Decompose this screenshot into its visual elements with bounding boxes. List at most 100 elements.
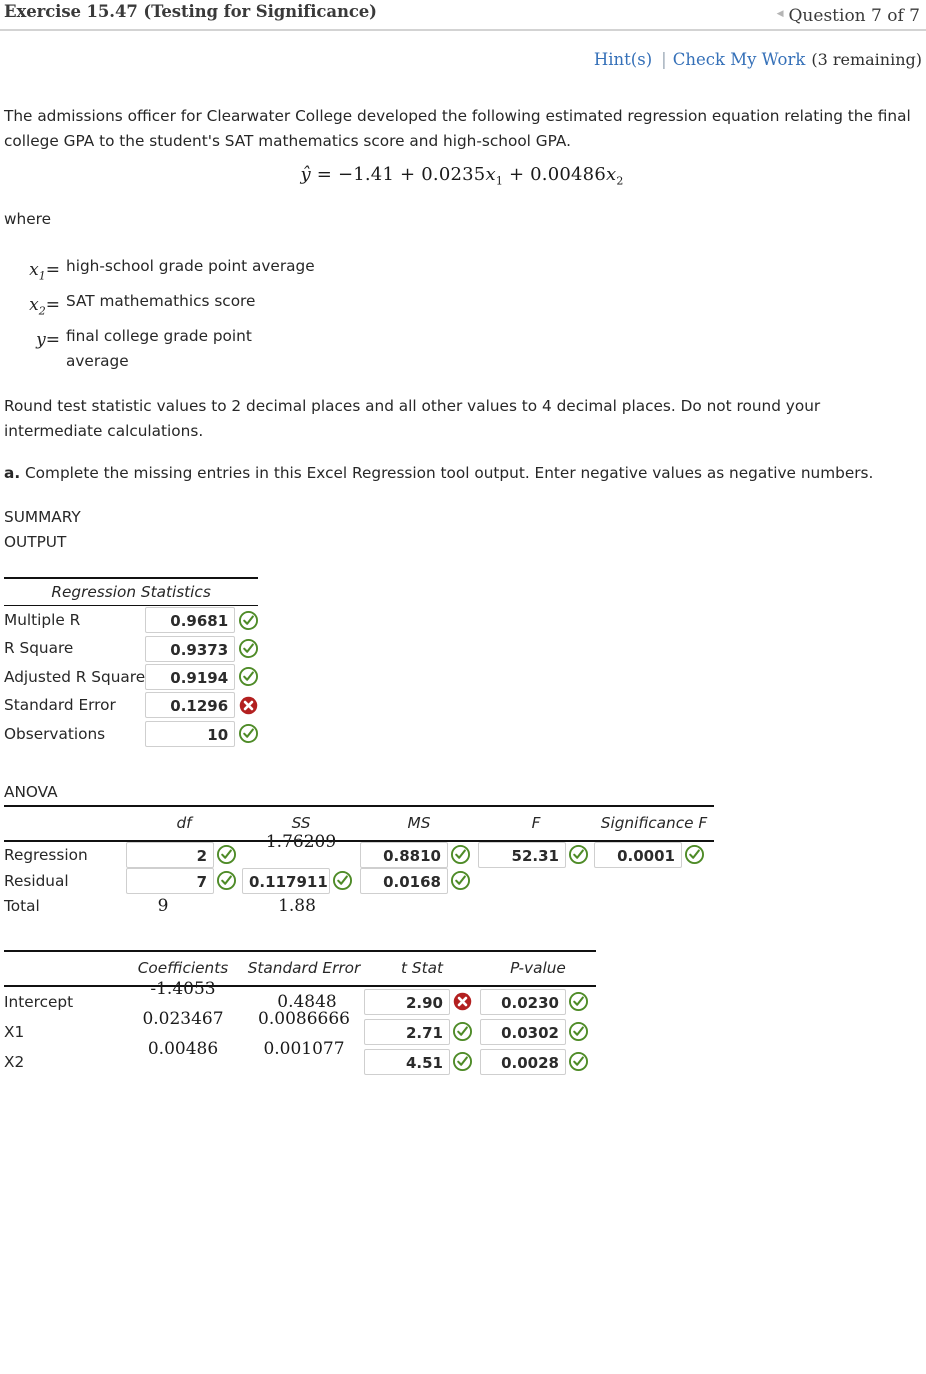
regression-ss-value: 1.76209 bbox=[265, 831, 337, 852]
check-circle-icon bbox=[453, 1052, 472, 1072]
anova-cell-regression-ms: 0.8810 bbox=[360, 841, 478, 868]
x1-t-stat-input[interactable]: 2.71 bbox=[364, 1018, 450, 1045]
x2-p-value-input[interactable]: 0.0028 bbox=[480, 1048, 566, 1075]
table-row: Total 9 1.88 bbox=[4, 894, 714, 918]
adjusted-r-square-input[interactable]: 0.9194 bbox=[145, 663, 236, 690]
regression-statistics-header: Regression Statistics bbox=[4, 579, 259, 606]
equation-x1: x bbox=[485, 163, 496, 185]
variable-definition-x1: x1= high-school grade point average bbox=[4, 254, 920, 289]
coef-row-label-intercept: Intercept bbox=[4, 992, 74, 1011]
r-square-status bbox=[235, 634, 259, 662]
x2-standard-error-value: 0.001077 bbox=[263, 1038, 345, 1059]
regression-statistics-table: Regression Statistics Multiple R 0.9681 … bbox=[4, 576, 259, 748]
anova-row-label-total: Total bbox=[4, 896, 40, 915]
standard-error-status bbox=[235, 691, 258, 719]
caret-left-icon[interactable]: ◀ bbox=[777, 10, 784, 19]
equation-plus-2: + bbox=[508, 163, 525, 185]
equation-equals: = bbox=[316, 163, 333, 185]
check-circle-icon bbox=[451, 871, 470, 891]
variable-symbol-y: y= bbox=[36, 330, 60, 351]
x2-coefficient-value: 0.00486 bbox=[147, 1038, 219, 1059]
x-circle-icon bbox=[239, 696, 258, 715]
check-circle-icon bbox=[217, 871, 236, 891]
anova-caption: ANOVA bbox=[4, 783, 58, 802]
variable-symbol-x2: x2= bbox=[29, 295, 60, 318]
coefficients-section: Coefficients Standard Error t Stat P-val… bbox=[4, 949, 920, 1077]
coef-row-label-x1: X1 bbox=[4, 1022, 25, 1041]
stat-label-observations: Observations bbox=[4, 724, 106, 743]
residual-df-input[interactable]: 7 bbox=[126, 867, 214, 894]
part-a-text: Complete the missing entries in this Exc… bbox=[20, 463, 874, 482]
regression-significance-f-input[interactable]: 0.0001 bbox=[594, 841, 682, 868]
multiple-r-input[interactable]: 0.9681 bbox=[145, 607, 236, 634]
stat-cell-multiple-r: 0.9681 bbox=[145, 605, 236, 634]
anova-cell-total-ss: 1.88 bbox=[242, 894, 360, 918]
regression-df-input[interactable]: 2 bbox=[126, 841, 214, 868]
residual-ss-input[interactable]: 0.117911 bbox=[242, 867, 330, 894]
equation-plus-1: + bbox=[400, 163, 416, 185]
check-my-work-link[interactable]: Check My Work bbox=[673, 50, 806, 69]
r-square-input[interactable]: 0.9373 bbox=[145, 635, 236, 662]
regression-ms-input[interactable]: 0.8810 bbox=[360, 841, 448, 868]
observations-input[interactable]: 10 bbox=[145, 720, 236, 747]
anova-cell-residual-significance-f bbox=[594, 868, 714, 894]
check-circle-icon bbox=[451, 845, 470, 865]
equation-yhat: ŷ bbox=[300, 163, 311, 185]
rounding-instructions: Round test statistic values to 2 decimal… bbox=[4, 396, 821, 440]
question-counter: Question 7 of 7 bbox=[788, 5, 921, 26]
coef-cell-intercept-p-value: 0.0230 bbox=[480, 986, 596, 1017]
anova-section: ANOVA df SS MS F Significance F Regressi… bbox=[4, 783, 920, 918]
regression-f-input[interactable]: 52.31 bbox=[478, 841, 566, 868]
total-df-value: 9 bbox=[157, 895, 169, 916]
anova-cell-regression-significance-f: 0.0001 bbox=[594, 841, 714, 868]
anova-cell-residual-df: 7 bbox=[126, 867, 242, 894]
attempts-remaining: (3 remaining) bbox=[811, 50, 922, 69]
stat-label-r-square: R Square bbox=[4, 639, 74, 658]
anova-col-ms: MS bbox=[360, 808, 478, 842]
table-row: Residual 7 0.117911 0.0168 bbox=[4, 867, 714, 894]
coef-col-t-stat: t Stat bbox=[364, 952, 480, 987]
anova-cell-total-significance-f bbox=[594, 894, 714, 918]
coef-cell-x1-p-value: 0.0302 bbox=[480, 1017, 596, 1047]
anova-cell-residual-ss: 0.117911 bbox=[242, 867, 360, 894]
table-row: Multiple R 0.9681 bbox=[4, 605, 259, 634]
table-row: R Square 0.9373 bbox=[4, 634, 259, 662]
stat-label-adjusted-r-square: Adjusted R Square bbox=[4, 667, 146, 686]
x2-t-stat-input[interactable]: 4.51 bbox=[364, 1048, 450, 1075]
standard-error-input[interactable]: 0.1296 bbox=[145, 692, 236, 719]
check-circle-icon bbox=[239, 667, 259, 687]
x1-p-value-input[interactable]: 0.0302 bbox=[480, 1018, 566, 1045]
variable-text-x2: SAT mathemathics score bbox=[66, 292, 256, 311]
variable-text-y: final college grade point average bbox=[66, 327, 252, 371]
check-circle-icon bbox=[453, 1022, 472, 1042]
check-circle-icon bbox=[569, 1052, 588, 1072]
coef-cell-x2-standard-error: 0.001077 bbox=[244, 1039, 364, 1077]
coef-col-standard-error: Standard Error bbox=[244, 952, 364, 987]
anova-col-significance-f: Significance F bbox=[594, 808, 714, 842]
stat-label-multiple-r: Multiple R bbox=[4, 610, 81, 629]
intercept-t-stat-input[interactable]: 2.90 bbox=[364, 988, 450, 1015]
coef-cell-x1-t-stat: 2.71 bbox=[364, 1017, 480, 1047]
coef-cell-intercept-t-stat: 2.90 bbox=[364, 986, 480, 1017]
stat-cell-r-square: 0.9373 bbox=[145, 634, 236, 662]
table-row: Observations 10 bbox=[4, 720, 259, 748]
table-row: Standard Error 0.1296 bbox=[4, 691, 258, 719]
observations-status bbox=[235, 720, 259, 748]
anova-col-f: F bbox=[478, 808, 594, 842]
check-circle-icon bbox=[685, 845, 704, 865]
link-divider: | bbox=[661, 50, 667, 69]
anova-col-df: df bbox=[126, 808, 242, 842]
intercept-p-value-input[interactable]: 0.0230 bbox=[480, 988, 566, 1015]
residual-ms-input[interactable]: 0.0168 bbox=[360, 867, 448, 894]
hints-link[interactable]: Hint(s) bbox=[594, 50, 661, 69]
anova-cell-total-df: 9 bbox=[126, 894, 242, 918]
coef-cell-x2-t-stat: 4.51 bbox=[364, 1047, 480, 1077]
regression-equation: ŷ = −1.41 + 0.0235x1 + 0.00486x2 bbox=[4, 154, 920, 190]
variable-definitions: x1= high-school grade point average x2= … bbox=[4, 232, 920, 376]
check-circle-icon bbox=[569, 845, 588, 865]
summary-output-caption-line2: OUTPUT bbox=[4, 533, 67, 552]
table-row: Regression 2 1.76209 0.8810 52.31 0.0001 bbox=[4, 832, 714, 868]
coef-cell-x2-coefficient: 0.00486 bbox=[122, 1039, 244, 1077]
equation-b2: 0.00486 bbox=[530, 163, 606, 185]
coef-row-label-x2: X2 bbox=[4, 1052, 25, 1071]
